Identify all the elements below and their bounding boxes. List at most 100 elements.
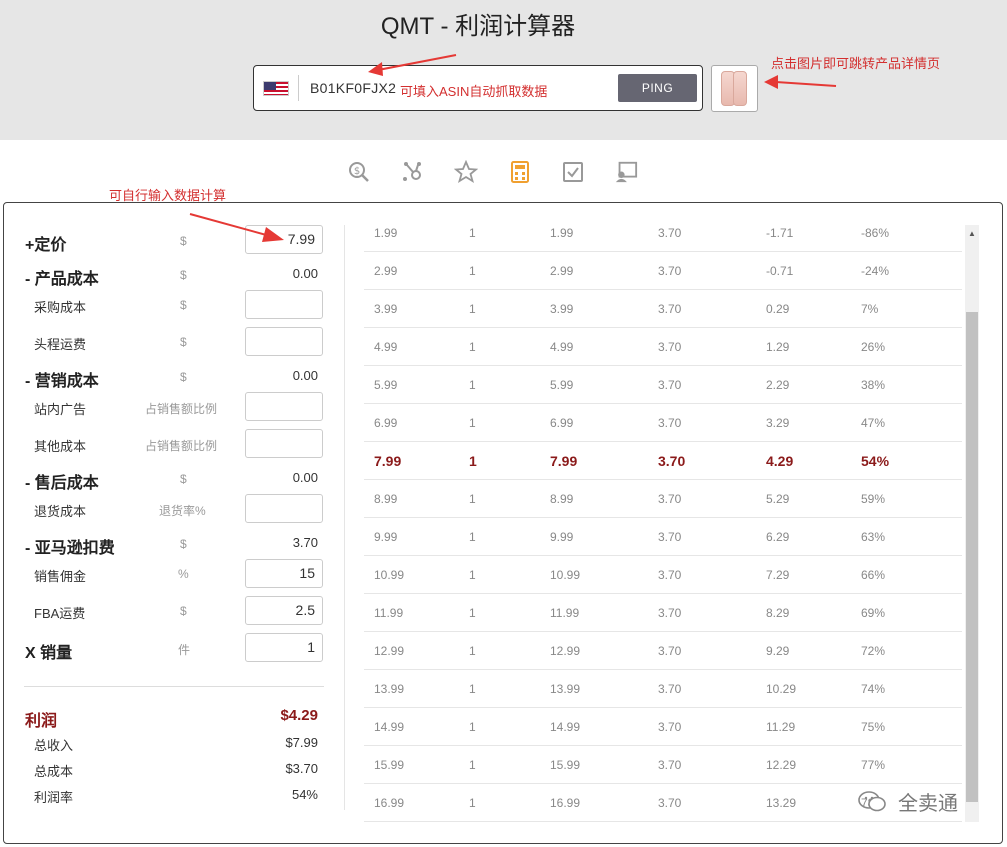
after-sales-row: - 售后成本 $ 0.00 — [4, 463, 334, 493]
table-row[interactable]: 13.99 1 13.99 3.70 10.29 74% — [364, 670, 962, 708]
table-row[interactable]: 3.99 1 3.99 3.70 0.29 7% — [364, 290, 962, 328]
table-row[interactable]: 2.99 1 2.99 3.70 -0.71 -24% — [364, 252, 962, 290]
table-cell: 7.29 — [766, 568, 790, 582]
purchase-cost-input[interactable] — [245, 290, 323, 319]
table-row[interactable]: 9.99 1 9.99 3.70 6.29 63% — [364, 518, 962, 556]
fba-fee-label: FBA运费 — [34, 606, 86, 621]
table-cell: 63% — [861, 530, 886, 544]
fba-fee-input[interactable]: 2.5 — [245, 596, 323, 625]
table-row[interactable]: 7.99 1 7.99 3.70 4.29 54% — [364, 442, 962, 480]
product-thumbnail[interactable] — [711, 65, 758, 112]
table-cell: 4.99 — [374, 340, 398, 354]
table-cell: 1 — [469, 226, 476, 240]
phone-image — [733, 71, 747, 106]
commission-input[interactable]: 15 — [245, 559, 323, 588]
amazon-fees-value: 3.70 — [292, 535, 318, 550]
amazon-fees-unit: $ — [180, 537, 187, 551]
table-cell: 1 — [469, 682, 476, 696]
scrollbar-thumb[interactable] — [966, 312, 978, 802]
scrollbar[interactable]: ▲ — [965, 225, 979, 822]
table-cell: 14.99 — [550, 720, 581, 734]
table-row[interactable]: 1.99 1 1.99 3.70 -1.71 -86% — [364, 214, 962, 252]
ping-button[interactable]: PING — [618, 74, 697, 102]
table-cell: 3.70 — [658, 226, 682, 240]
arrow-icon — [764, 75, 837, 89]
table-cell: 1 — [469, 796, 476, 810]
first-leg-row: 头程运费 $ — [4, 326, 334, 356]
margin-value: 54% — [291, 787, 318, 802]
table-cell: 38% — [861, 378, 886, 392]
table-cell: 5.29 — [766, 492, 790, 506]
table-cell: 3.70 — [658, 492, 682, 506]
table-cell: 1.99 — [374, 226, 398, 240]
table-cell: 9.29 — [766, 644, 790, 658]
other-cost-input[interactable] — [245, 429, 323, 458]
table-cell: 74% — [861, 682, 886, 696]
asin-input[interactable]: B01KF0FJX2 — [310, 80, 396, 96]
table-cell: 16.99 — [374, 796, 405, 810]
purchase-cost-unit: $ — [180, 298, 187, 312]
table-row[interactable]: 14.99 1 14.99 3.70 11.29 75% — [364, 708, 962, 746]
table-cell: 69% — [861, 606, 886, 620]
table-cell: 66% — [861, 568, 886, 582]
table-cell: 13.99 — [550, 682, 581, 696]
asin-search-bar: B01KF0FJX2 可填入ASIN自动抓取数据 PING — [253, 65, 703, 111]
table-cell: 11.99 — [374, 606, 404, 620]
return-cost-input[interactable] — [245, 494, 323, 523]
calculator-icon[interactable] — [508, 160, 532, 184]
table-row[interactable]: 6.99 1 6.99 3.70 3.29 47% — [364, 404, 962, 442]
ppc-unit: 占销售额比例 — [145, 402, 218, 416]
table-row[interactable]: 15.99 1 15.99 3.70 12.29 77% — [364, 746, 962, 784]
hub-icon[interactable] — [401, 160, 425, 184]
table-cell: 3.70 — [658, 264, 682, 278]
wechat-icon — [858, 791, 886, 812]
table-cell: 3.70 — [658, 453, 686, 469]
after-sales-unit: $ — [180, 472, 187, 486]
table-cell: 6.29 — [766, 530, 790, 544]
quantity-input[interactable]: 1 — [245, 633, 323, 662]
commission-row: 销售佣金 % 15 — [4, 558, 334, 588]
table-row[interactable]: 4.99 1 4.99 3.70 1.29 26% — [364, 328, 962, 366]
table-cell: 26% — [861, 340, 886, 354]
arrow-icon — [368, 54, 457, 76]
table-cell: 6.99 — [374, 416, 398, 430]
table-cell: 8.29 — [766, 606, 790, 620]
table-cell: 3.70 — [658, 682, 682, 696]
table-row[interactable]: 5.99 1 5.99 3.70 2.29 38% — [364, 366, 962, 404]
table-cell: 6.99 — [550, 416, 574, 430]
table-row[interactable]: 10.99 1 10.99 3.70 7.29 66% — [364, 556, 962, 594]
table-cell: 12.99 — [550, 644, 581, 658]
star-icon[interactable] — [454, 160, 478, 184]
table-cell: 8.99 — [550, 492, 574, 506]
commission-unit: % — [178, 567, 189, 581]
ppc-input[interactable] — [245, 392, 323, 421]
us-flag-icon[interactable] — [263, 81, 289, 96]
toolbar: $ — [0, 160, 1007, 186]
table-cell: 8.99 — [374, 492, 398, 506]
table-cell: -0.71 — [766, 264, 794, 278]
table-cell: 14.99 — [374, 720, 405, 734]
search-dollar-icon[interactable]: $ — [347, 160, 371, 184]
return-cost-row: 退货成本 退货率% — [4, 493, 334, 523]
table-cell: 75% — [861, 720, 886, 734]
checkbox-icon[interactable] — [561, 160, 585, 184]
after-sales-value: 0.00 — [292, 470, 318, 485]
table-cell: 10.99 — [550, 568, 581, 582]
quantity-row: X 销量 件 1 — [4, 632, 334, 662]
scroll-up-icon[interactable]: ▲ — [965, 225, 979, 242]
table-row[interactable]: 8.99 1 8.99 3.70 5.29 59% — [364, 480, 962, 518]
table-cell: 12.99 — [374, 644, 405, 658]
first-leg-input[interactable] — [245, 327, 323, 356]
amazon-fees-row: - 亚马逊扣费 $ 3.70 — [4, 528, 334, 558]
table-cell: 4.99 — [550, 340, 574, 354]
table-row[interactable]: 12.99 1 12.99 3.70 9.29 72% — [364, 632, 962, 670]
table-row[interactable]: 11.99 1 11.99 3.70 8.29 69% — [364, 594, 962, 632]
table-cell: 3.70 — [658, 568, 682, 582]
table-cell: 1 — [469, 378, 476, 392]
return-cost-label: 退货成本 — [34, 504, 87, 519]
table-cell: 1 — [469, 340, 476, 354]
amazon-fees-label: - 亚马逊扣费 — [25, 540, 115, 557]
table-cell: 1.99 — [550, 226, 574, 240]
image-user-icon[interactable] — [614, 160, 638, 184]
table-cell: 13.99 — [374, 682, 405, 696]
